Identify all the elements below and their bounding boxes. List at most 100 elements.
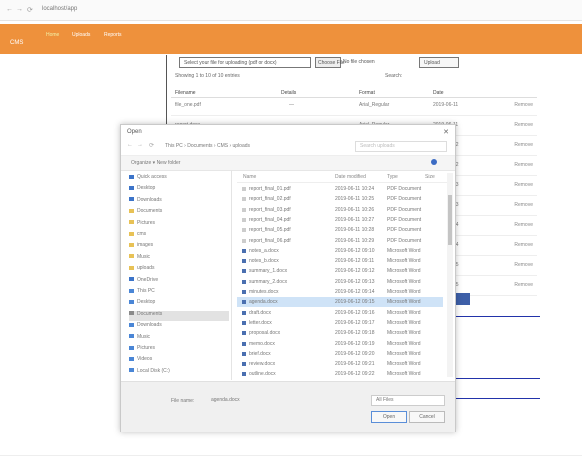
remove-button[interactable]: Remove: [514, 262, 533, 268]
remove-button[interactable]: Remove: [514, 222, 533, 228]
file-row[interactable]: report_final_01.pdf 2019-06-11 10:24 PDF D…: [237, 184, 443, 194]
reload-icon[interactable]: ⟳: [27, 6, 33, 14]
file-name: notes_a.docx: [249, 247, 279, 254]
nav-item[interactable]: images: [129, 242, 229, 252]
nav-item[interactable]: Pictures: [129, 220, 229, 230]
open-button[interactable]: Open: [371, 411, 407, 423]
nav-item[interactable]: Downloads: [129, 322, 229, 332]
file-row[interactable]: draft.docx 2019-06-12 09:16 Microsoft Word: [237, 308, 443, 318]
remove-button[interactable]: Remove: [514, 282, 533, 288]
remove-button[interactable]: Remove: [514, 142, 533, 148]
nav-link-uploads[interactable]: Uploads: [72, 32, 90, 38]
back-icon[interactable]: ←: [127, 142, 133, 148]
nav-item[interactable]: cms: [129, 231, 229, 241]
remove-button[interactable]: Remove: [514, 122, 533, 128]
file-row[interactable]: notes_b.docx 2019-06-12 09:11 Microsoft Wo…: [237, 256, 443, 266]
nav-item[interactable]: OneDrive: [129, 277, 229, 287]
column-size[interactable]: Size: [425, 174, 435, 180]
dialog-address-bar: ← → ⟳ This PC › Documents › CMS › upload…: [121, 139, 455, 153]
column-header[interactable]: Format: [359, 90, 375, 96]
nav-item[interactable]: This PC: [129, 288, 229, 298]
divider: [448, 378, 540, 379]
nav-item[interactable]: Videos: [129, 356, 229, 366]
remove-button[interactable]: Remove: [514, 202, 533, 208]
filename-input[interactable]: [211, 395, 361, 404]
file-icon: [242, 197, 246, 202]
divider: [0, 455, 582, 456]
nav-item[interactable]: Local Disk (C:): [129, 368, 229, 378]
file-date: 2019-06-12 09:10: [335, 247, 375, 254]
file-row[interactable]: memo.docx 2019-06-12 09:19 Microsoft Word: [237, 339, 443, 349]
file-row[interactable]: report_final_04.pdf 2019-06-11 10:27 PDF D…: [237, 215, 443, 225]
nav-item[interactable]: Desktop: [129, 299, 229, 309]
file-row[interactable]: minutes.docx 2019-06-12 09:14 Microsoft Wo…: [237, 287, 443, 297]
file-row[interactable]: proposal.docx 2019-06-12 09:18 Microsoft W…: [237, 328, 443, 338]
remove-button[interactable]: Remove: [514, 182, 533, 188]
column-header[interactable]: Filename: [175, 90, 196, 96]
file-row[interactable]: report_final_05.pdf 2019-06-11 10:28 PDF D…: [237, 225, 443, 235]
file-icon: [242, 248, 246, 253]
file-row[interactable]: agenda.docx 2019-06-12 09:15 Microsoft Wor…: [237, 297, 443, 308]
app-logo[interactable]: CMS: [10, 40, 23, 46]
file-row[interactable]: notes_a.docx 2019-06-12 09:10 Microsoft Wo…: [237, 246, 443, 256]
nav-item[interactable]: Music: [129, 254, 229, 264]
nav-item-label: Desktop: [137, 185, 156, 192]
file-row[interactable]: review.docx 2019-06-12 09:21 Microsoft Wor…: [237, 359, 443, 369]
filetype-select[interactable]: All Files: [371, 395, 445, 406]
nav-link-home[interactable]: Home: [46, 32, 59, 38]
file-name: report_final_03.pdf: [249, 206, 291, 213]
file-date: 2019-06-11 10:29: [335, 237, 375, 244]
folder-icon: [129, 174, 134, 179]
nav-item[interactable]: Documents: [129, 208, 229, 218]
forward-icon[interactable]: →: [16, 6, 23, 13]
nav-link-reports[interactable]: Reports: [104, 32, 122, 38]
file-name: summary_2.docx: [249, 278, 288, 285]
file-date: 2019-06-12 09:13: [335, 278, 375, 285]
scrollbar-thumb[interactable]: [448, 195, 452, 245]
file-date: 2019-06-11 10:28: [335, 227, 375, 234]
back-icon[interactable]: ←: [6, 6, 13, 13]
file-row[interactable]: summary_2.docx 2019-06-12 09:13 Microsoft …: [237, 277, 443, 287]
upload-button[interactable]: Upload: [419, 57, 459, 68]
file-row[interactable]: report_final_06.pdf 2019-06-11 10:29 PDF D…: [237, 236, 443, 246]
file-row[interactable]: report_final_02.pdf 2019-06-11 10:25 PDF D…: [237, 194, 443, 204]
file-row[interactable]: summary_1.docx 2019-06-12 09:12 Microsoft …: [237, 266, 443, 276]
address-bar[interactable]: localhost/app: [42, 6, 77, 12]
remove-button[interactable]: Remove: [514, 102, 533, 108]
nav-item[interactable]: uploads: [129, 265, 229, 275]
file-name: report_final_01.pdf: [249, 186, 291, 192]
remove-button[interactable]: Remove: [514, 242, 533, 248]
nav-item[interactable]: Quick access: [129, 174, 229, 184]
dialog-search-input[interactable]: Search uploads: [355, 141, 447, 152]
nav-item[interactable]: Documents: [129, 310, 229, 321]
help-icon[interactable]: [431, 159, 437, 165]
column-date[interactable]: Date modified: [335, 174, 366, 180]
file-row[interactable]: brief.docx 2019-06-12 09:20 Microsoft Word: [237, 349, 443, 359]
nav-item-label: OneDrive: [137, 276, 159, 283]
nav-item[interactable]: Music: [129, 334, 229, 344]
column-name[interactable]: Name: [243, 174, 256, 180]
nav-item[interactable]: Pictures: [129, 345, 229, 355]
results-info: Showing 1 to 10 of 10 entries: [175, 73, 240, 79]
choose-file-button[interactable]: Choose File: [315, 57, 345, 68]
file-row[interactable]: outline.docx 2019-06-12 09:22 Microsoft Wo…: [237, 369, 443, 379]
nav-item[interactable]: Downloads: [129, 197, 229, 207]
column-type[interactable]: Type: [387, 174, 398, 180]
file-name: proposal.docx: [249, 330, 281, 337]
nav-item[interactable]: Desktop: [129, 185, 229, 195]
column-header[interactable]: Date: [433, 90, 444, 96]
forward-icon[interactable]: →: [137, 142, 143, 148]
cancel-button[interactable]: Cancel: [409, 411, 445, 423]
file-list-scrollbar[interactable]: [447, 173, 453, 377]
organize-button[interactable]: Organize ▾ New folder: [131, 160, 180, 166]
file-row[interactable]: report_final_03.pdf 2019-06-11 10:26 PDF D…: [237, 205, 443, 215]
remove-button[interactable]: Remove: [514, 162, 533, 168]
search-label: Search:: [385, 73, 403, 79]
breadcrumb[interactable]: This PC › Documents › CMS › uploads: [165, 143, 250, 149]
column-header[interactable]: Details: [281, 90, 296, 96]
nav-item-label: Videos: [137, 356, 153, 363]
file-name: notes_b.docx: [249, 258, 279, 265]
file-row[interactable]: letter.docx 2019-06-12 09:17 Microsoft Wor…: [237, 318, 443, 328]
refresh-icon[interactable]: ⟳: [149, 142, 154, 149]
close-icon[interactable]: ✕: [443, 128, 449, 136]
